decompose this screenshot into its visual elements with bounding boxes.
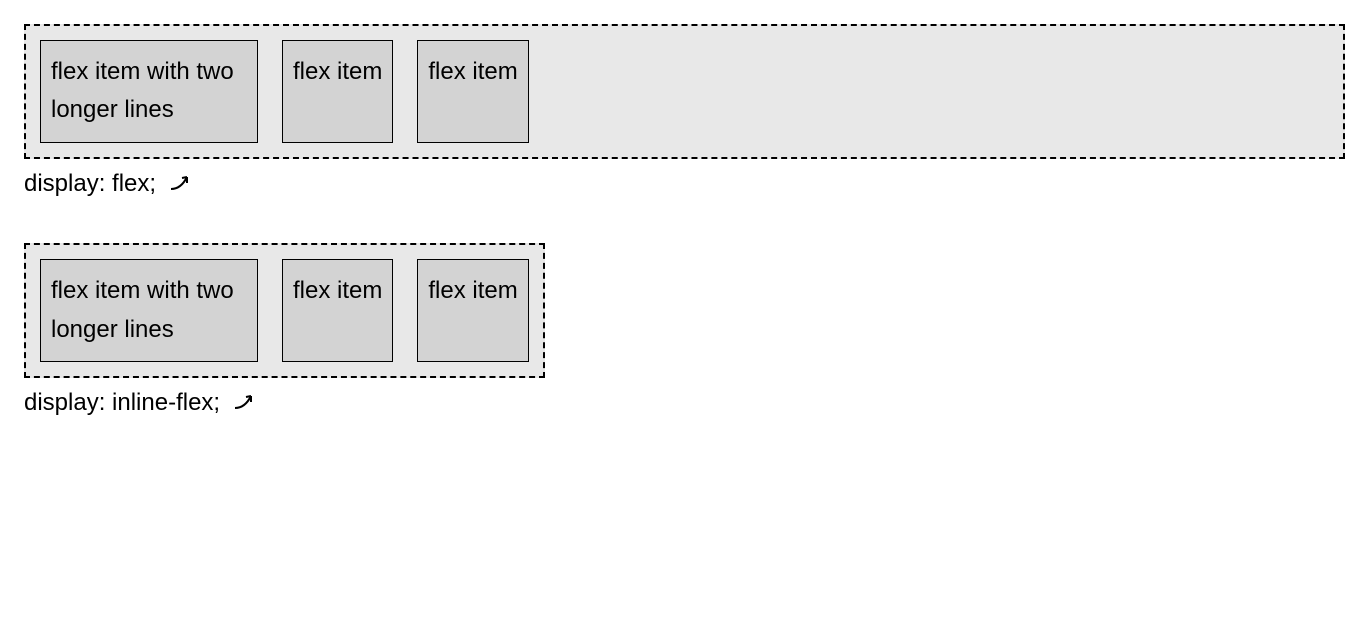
- flex-item: flex item with two longer lines: [40, 259, 258, 362]
- curved-arrow-icon: [163, 170, 195, 197]
- flex-caption-text: display: flex;: [24, 170, 156, 197]
- flex-container-inline: flex item with two longer lines flex ite…: [24, 243, 545, 378]
- inline-flex-caption-text: display: inline-flex;: [24, 389, 220, 416]
- flex-item: flex item: [282, 259, 393, 362]
- curved-arrow-icon: [227, 389, 259, 416]
- flex-caption: display: flex;: [24, 165, 1345, 203]
- inline-flex-caption: display: inline-flex;: [24, 384, 1345, 422]
- flex-item: flex item: [417, 40, 528, 143]
- flex-item: flex item: [417, 259, 528, 362]
- flex-item: flex item with two longer lines: [40, 40, 258, 143]
- flex-container-block: flex item with two longer lines flex ite…: [24, 24, 1345, 159]
- flex-item: flex item: [282, 40, 393, 143]
